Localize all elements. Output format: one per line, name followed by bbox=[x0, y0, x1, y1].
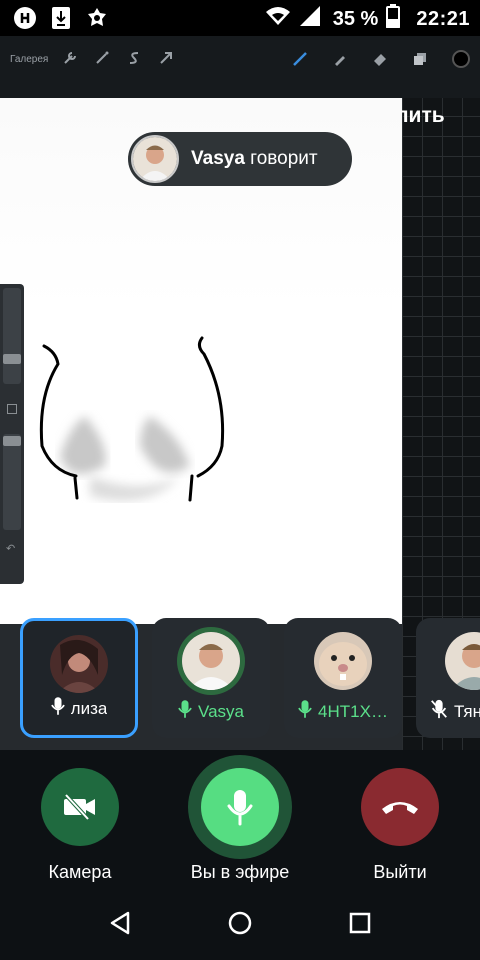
speaker-name: Vasya bbox=[191, 148, 245, 169]
participant-tile[interactable]: лиза bbox=[20, 618, 138, 738]
hang-up-icon bbox=[382, 802, 418, 814]
camera-control[interactable]: Камера bbox=[41, 768, 119, 883]
exit-control[interactable]: Выйти bbox=[361, 768, 439, 883]
mic-icon bbox=[178, 699, 192, 724]
mic-icon bbox=[298, 699, 312, 724]
mic-icon bbox=[28, 581, 44, 608]
drawing-app-toolbar: Галерея bbox=[0, 36, 480, 98]
status-bar: 35 % 22:21 bbox=[0, 0, 480, 36]
avatar bbox=[131, 135, 179, 183]
status-right: 35 % 22:21 bbox=[265, 4, 470, 34]
avatar bbox=[182, 632, 240, 690]
mic-icon bbox=[50, 696, 65, 721]
size-track bbox=[3, 288, 21, 384]
participant-name: Vasya bbox=[198, 701, 244, 721]
layers-icon bbox=[412, 51, 428, 67]
wrench-icon bbox=[62, 50, 78, 66]
eraser-icon bbox=[372, 51, 388, 67]
participant-name: 4HT1X… bbox=[318, 701, 388, 721]
participant-name: Тян bbox=[454, 701, 480, 721]
avatar bbox=[445, 632, 480, 690]
avatar bbox=[314, 632, 372, 690]
current-speaker-label: лиза bbox=[28, 581, 98, 608]
participants-strip[interactable]: лиза Vasya 4HT1X… Тян bbox=[0, 618, 480, 740]
system-nav-bar bbox=[0, 886, 480, 960]
arrow-icon bbox=[158, 50, 174, 66]
camera-off-icon bbox=[64, 793, 95, 821]
participant-name: лиза bbox=[70, 698, 108, 718]
recents-nav-icon[interactable] bbox=[347, 910, 373, 936]
brush-size-slider[interactable]: ↶ bbox=[0, 284, 24, 584]
opacity-track bbox=[3, 434, 21, 530]
home-nav-icon[interactable] bbox=[227, 910, 253, 936]
battery-percent: 35 % bbox=[332, 7, 379, 30]
size-knob[interactable] bbox=[3, 354, 21, 364]
brush-icon bbox=[292, 51, 308, 67]
status-left-icons bbox=[12, 5, 110, 31]
mic-control[interactable]: Вы в эфире bbox=[188, 755, 292, 883]
exit-label: Выйти bbox=[373, 862, 427, 882]
avatar bbox=[50, 635, 108, 693]
call-controls: Камера Вы в эфире Выйти bbox=[0, 750, 480, 886]
speaker-suffix: говорит bbox=[244, 148, 318, 169]
speaker-banner: Vasya говорит bbox=[128, 132, 352, 186]
mic-label: Вы в эфире bbox=[190, 862, 290, 882]
shared-screen[interactable]: Галерея Закрепить bbox=[0, 36, 480, 750]
opacity-knob[interactable] bbox=[3, 436, 21, 446]
battery-icon bbox=[386, 4, 401, 34]
vk-icon bbox=[12, 5, 38, 31]
color-icon bbox=[452, 50, 470, 68]
microphone-icon bbox=[227, 790, 253, 826]
camera-button[interactable] bbox=[41, 768, 119, 846]
s-curve-icon bbox=[126, 50, 142, 66]
wifi-icon bbox=[265, 6, 291, 32]
mic-off-icon bbox=[430, 699, 448, 724]
mic-glow bbox=[188, 755, 292, 859]
mic-button[interactable] bbox=[201, 768, 279, 846]
shield-app-icon bbox=[84, 5, 110, 31]
smudge-icon bbox=[332, 51, 348, 67]
download-icon bbox=[48, 5, 74, 31]
gallery-label: Галерея bbox=[10, 54, 49, 65]
undo-icon[interactable]: ↶ bbox=[6, 542, 15, 555]
participant-tile[interactable]: Тян bbox=[416, 618, 480, 738]
camera-label: Камера bbox=[48, 862, 112, 882]
back-nav-icon[interactable] bbox=[107, 910, 133, 936]
participant-tile[interactable]: 4HT1X… bbox=[284, 618, 402, 738]
signal-icon bbox=[299, 5, 321, 33]
clock: 22:21 bbox=[416, 7, 470, 30]
sketch-drawing bbox=[39, 336, 225, 502]
current-speaker-name: лиза bbox=[54, 583, 98, 605]
square-icon bbox=[7, 404, 17, 414]
participant-tile[interactable]: Vasya bbox=[152, 618, 270, 738]
magic-icon bbox=[94, 50, 110, 66]
exit-button[interactable] bbox=[361, 768, 439, 846]
